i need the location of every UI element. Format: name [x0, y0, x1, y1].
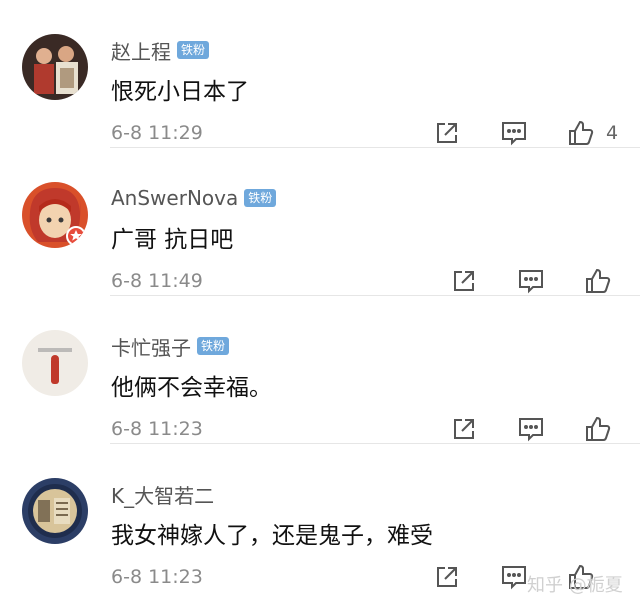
comment-item: K_大智若二 我女神嫁人了，还是鬼子，难受 6-8 11:23: [0, 444, 640, 592]
comment-text: 恨死小日本了: [111, 79, 249, 105]
share-icon[interactable]: [432, 562, 462, 592]
like-count: 4: [606, 122, 619, 144]
user-row: AnSwerNova 铁粉: [111, 184, 277, 212]
comment-icon[interactable]: [516, 266, 546, 296]
comment-icon[interactable]: [499, 118, 529, 148]
avatar[interactable]: [22, 182, 88, 248]
timestamp: 6-8 11:23: [111, 418, 203, 440]
thumbs-up-icon[interactable]: [566, 118, 596, 148]
comment-item: AnSwerNova 铁粉 广哥 抗日吧 6-8 11:49: [0, 148, 640, 296]
username[interactable]: 赵上程: [111, 36, 171, 65]
share-icon[interactable]: [449, 414, 479, 444]
user-row: K_大智若二: [111, 480, 214, 508]
comment-item: 赵上程 铁粉 恨死小日本了 6-8 11:29 4: [0, 0, 640, 148]
comment-text: 广哥 抗日吧: [111, 227, 234, 253]
watermark: 知乎 @栀夏: [527, 575, 623, 596]
comment-icon[interactable]: [499, 562, 529, 592]
avatar[interactable]: [22, 330, 88, 396]
user-row: 卡忙强子 铁粉: [111, 332, 230, 361]
fan-badge: 铁粉: [244, 189, 277, 207]
share-icon[interactable]: [449, 266, 479, 296]
comment-icon[interactable]: [516, 414, 546, 444]
fan-badge: 铁粉: [177, 41, 210, 59]
comment-text: 他俩不会幸福。: [111, 375, 272, 401]
username[interactable]: 卡忙强子: [111, 332, 191, 361]
thumbs-up-icon[interactable]: [583, 414, 613, 444]
timestamp: 6-8 11:23: [111, 566, 203, 588]
share-icon[interactable]: [432, 118, 462, 148]
avatar[interactable]: [22, 34, 88, 100]
username[interactable]: AnSwerNova: [111, 186, 238, 210]
avatar[interactable]: [22, 478, 88, 544]
fan-badge: 铁粉: [197, 337, 230, 355]
timestamp: 6-8 11:29: [111, 122, 203, 144]
thumbs-up-icon[interactable]: [583, 266, 613, 296]
user-row: 赵上程 铁粉: [111, 36, 210, 65]
username[interactable]: K_大智若二: [111, 480, 214, 509]
comment-item: 卡忙强子 铁粉 他俩不会幸福。 6-8 11:23: [0, 296, 640, 444]
comment-text: 我女神嫁人了，还是鬼子，难受: [111, 523, 433, 549]
timestamp: 6-8 11:49: [111, 270, 203, 292]
